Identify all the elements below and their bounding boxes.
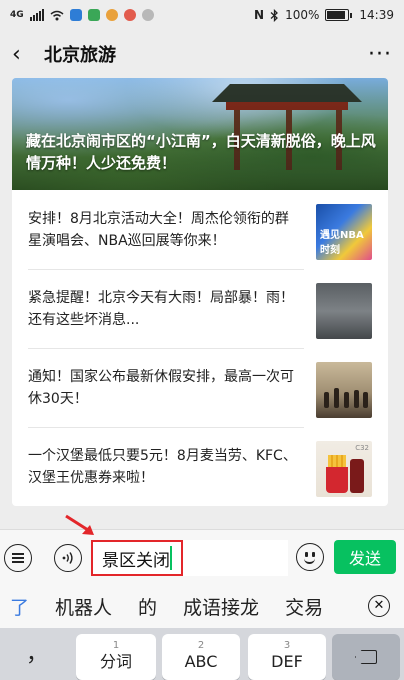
- notification-app-icon: [123, 9, 136, 21]
- send-button[interactable]: 发送: [334, 540, 396, 574]
- status-bar: 4G N 100% 14:39: [0, 0, 404, 30]
- key-number: 3: [283, 640, 291, 651]
- signal-icon: [29, 9, 44, 21]
- voice-icon: [62, 552, 73, 564]
- article-thumbnail: 遇见NBA时刻: [316, 204, 372, 260]
- page-title: 北京旅游: [44, 45, 116, 66]
- menu-icon: [12, 553, 24, 563]
- more-icon[interactable]: ···: [368, 42, 392, 67]
- location-icon: [105, 9, 118, 21]
- bluetooth-icon: [270, 8, 279, 22]
- article-thumbnail: [316, 362, 372, 418]
- title-bar: ‹ 北京旅游 ···: [0, 30, 404, 78]
- nfc-icon: N: [254, 8, 265, 22]
- key-label: ABC: [184, 652, 218, 671]
- notification-app-icon: [69, 9, 82, 21]
- message-input-box[interactable]: [92, 540, 288, 576]
- candidate-bar: 了 机器人 的 成语接龙 交易 ✕: [0, 584, 404, 628]
- thumbnail-text: C32: [355, 444, 369, 452]
- key-2[interactable]: 2 ABC: [162, 634, 240, 680]
- article-card: 藏在北京闹市区的“小江南”，白天清新脱俗，晚上风情万种！人少还免费！ 安排！8月…: [12, 78, 388, 506]
- candidate-word[interactable]: 成语接龙: [183, 593, 259, 620]
- key-number: 2: [197, 640, 205, 651]
- article-title: 紧急提醒！北京今天有大雨！局部暴！雨！还有这些坏消息...: [28, 289, 294, 328]
- notification-app-icon: [87, 9, 100, 21]
- candidate-word[interactable]: 机器人: [55, 593, 112, 620]
- article-item[interactable]: 紧急提醒！北京今天有大雨！局部暴！雨！还有这些坏消息...: [12, 269, 388, 348]
- message-input[interactable]: [92, 540, 288, 576]
- article-title: 安排！8月北京活动大全！周杰伦领衔的群星演唱会、NBA巡回展等你来！: [28, 210, 289, 249]
- article-item[interactable]: 安排！8月北京活动大全！周杰伦领衔的群星演唱会、NBA巡回展等你来！ 遇见NBA…: [12, 190, 388, 269]
- article-thumbnail: [316, 283, 372, 339]
- text-cursor: [170, 546, 172, 570]
- article-title: 一个汉堡最低只要5元！8月麦当劳、KFC、汉堡王优惠券来啦！: [28, 447, 297, 486]
- clock: 14:39: [359, 8, 394, 22]
- keyboard: ， 1 分词 2 ABC 3 DEF: [0, 628, 404, 680]
- candidate-word[interactable]: 的: [138, 593, 157, 620]
- voice-button[interactable]: [54, 544, 82, 572]
- hero-title: 藏在北京闹市区的“小江南”，白天清新脱俗，晚上风情万种！人少还免费！: [26, 132, 376, 172]
- wifi-icon: [50, 10, 64, 20]
- backspace-icon: [355, 650, 377, 664]
- key-3[interactable]: 3 DEF: [248, 634, 326, 680]
- hero-article[interactable]: 藏在北京闹市区的“小江南”，白天清新脱俗，晚上风情万种！人少还免费！: [12, 78, 388, 190]
- article-thumbnail: C32: [316, 441, 372, 497]
- close-candidates-icon[interactable]: ✕: [368, 595, 390, 617]
- battery-icon: [325, 9, 353, 21]
- back-arrow-icon[interactable]: ‹: [12, 42, 36, 67]
- battery-percent: 100%: [285, 8, 320, 22]
- punctuation-label: ，: [25, 642, 48, 667]
- article-item[interactable]: 一个汉堡最低只要5元！8月麦当劳、KFC、汉堡王优惠券来啦！ C32: [12, 427, 388, 506]
- network-type: 4G: [10, 10, 24, 20]
- emoji-button[interactable]: [296, 543, 324, 571]
- key-label: DEF: [271, 652, 303, 671]
- article-title: 通知！国家公布最新休假安排，最高一次可休30天！: [28, 368, 294, 407]
- key-label: 分词: [99, 652, 132, 671]
- punctuation-key[interactable]: ，: [4, 634, 70, 680]
- candidate-word[interactable]: 交易: [285, 593, 323, 620]
- notification-app-icon: [141, 9, 154, 21]
- delete-key[interactable]: [332, 634, 400, 680]
- candidate-word[interactable]: 了: [10, 593, 29, 620]
- article-item[interactable]: 通知！国家公布最新休假安排，最高一次可休30天！: [12, 348, 388, 427]
- thumbnail-text: 遇见NBA时刻: [320, 230, 364, 256]
- menu-button[interactable]: [4, 544, 32, 572]
- key-number: 1: [112, 640, 120, 651]
- key-1[interactable]: 1 分词: [76, 634, 156, 680]
- article-list: 安排！8月北京活动大全！周杰伦领衔的群星演唱会、NBA巡回展等你来！ 遇见NBA…: [12, 190, 388, 506]
